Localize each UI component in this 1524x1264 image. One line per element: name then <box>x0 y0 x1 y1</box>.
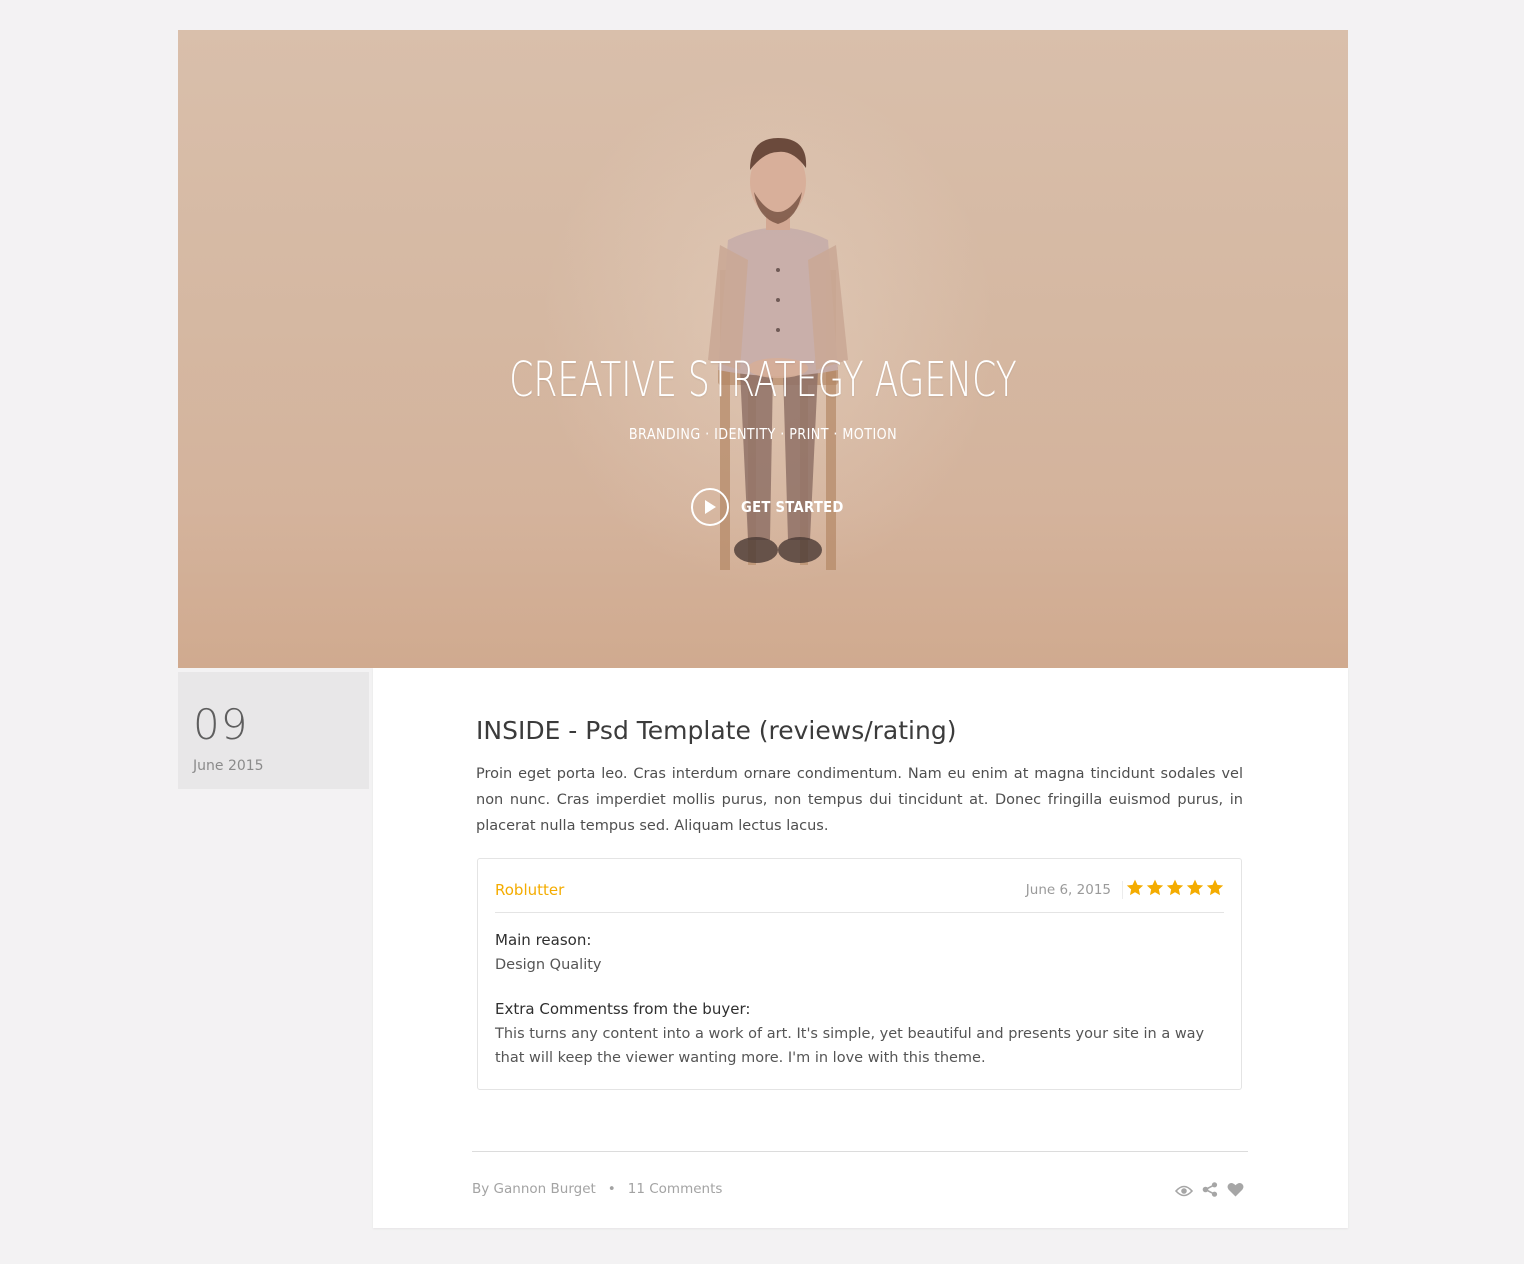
hero-banner: CREATIVE STRATEGY AGENCY BRANDING · IDEN… <box>178 30 1348 668</box>
review-date: June 6, 2015 <box>1025 882 1111 898</box>
get-started-label: GET STARTED <box>741 498 844 516</box>
star-icon <box>1186 879 1204 896</box>
eye-icon[interactable] <box>1174 1182 1194 1201</box>
review-author[interactable]: Roblutter <box>495 881 564 899</box>
post-author-link[interactable]: By Gannon Burget <box>472 1181 596 1197</box>
star-icon <box>1126 879 1144 896</box>
review-header-separator <box>1122 881 1123 899</box>
post-footer-divider <box>472 1151 1248 1152</box>
heart-icon[interactable] <box>1227 1182 1244 1201</box>
post-comments-link[interactable]: 11 Comments <box>628 1181 723 1197</box>
star-icon <box>1206 879 1224 896</box>
main-reason-label: Main reason: <box>495 931 592 949</box>
star-icon <box>1166 879 1184 896</box>
post-meta: By Gannon Burget • 11 Comments <box>472 1181 722 1197</box>
post-actions <box>1174 1182 1244 1201</box>
post-date-day: 09 <box>193 700 249 749</box>
share-icon[interactable] <box>1202 1182 1218 1201</box>
star-rating <box>1126 879 1224 896</box>
review-divider <box>495 912 1224 913</box>
post-date-month: June 2015 <box>193 758 264 774</box>
get-started-button[interactable]: GET STARTED <box>691 486 858 528</box>
review-box: Roblutter June 6, 2015 Main reason: Desi… <box>477 858 1242 1090</box>
star-icon <box>1146 879 1164 896</box>
hero-subtitle: BRANDING · IDENTITY · PRINT · MOTION <box>628 425 898 443</box>
post-title[interactable]: INSIDE - Psd Template (reviews/rating) <box>476 716 956 745</box>
play-icon <box>691 488 729 526</box>
extra-comments-value: This turns any content into a work of ar… <box>495 1026 1205 1066</box>
extra-comments-label: Extra Commentss from the buyer: <box>495 1000 751 1018</box>
post-card: INSIDE - Psd Template (reviews/rating) P… <box>373 668 1348 1228</box>
main-reason-value: Design Quality <box>495 957 602 973</box>
meta-separator: • <box>607 1181 616 1197</box>
post-date-box: 09 June 2015 <box>178 672 369 789</box>
hero-title: CREATIVE STRATEGY AGENCY <box>509 352 1017 408</box>
post-excerpt: Proin eget porta leo. Cras interdum orna… <box>476 766 1243 834</box>
